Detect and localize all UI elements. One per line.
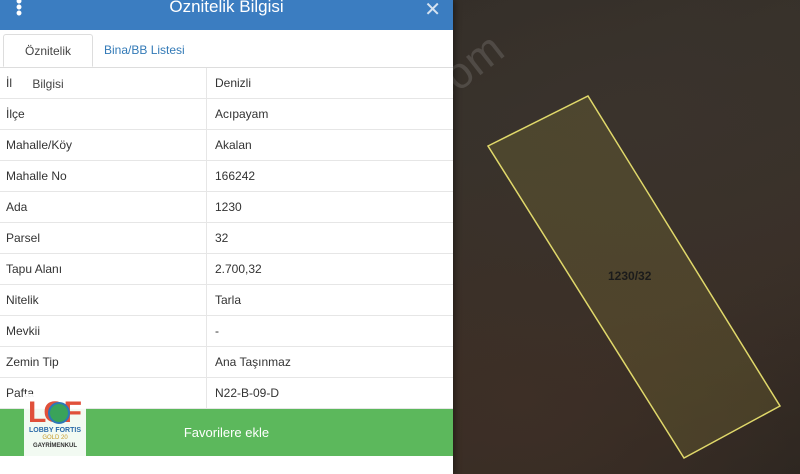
tab-bar: Öznitelik Bilgisi Bina/BB Listesi	[0, 30, 453, 91]
panel-header: • • • Öznitelik Bilgisi ✕	[0, 0, 453, 30]
table-row: Mahalle No 166242	[0, 160, 453, 192]
attribute-key: Zemin Tip	[0, 346, 207, 378]
table-row: Nitelik Tarla	[0, 284, 453, 316]
logo-line-2: GOLD 20	[42, 435, 68, 441]
attribute-value: Tarla	[206, 284, 453, 316]
table-row: Tapu Alanı 2.700,32	[0, 253, 453, 285]
attribute-key: İlçe	[0, 98, 207, 130]
attribute-value: Denizli	[206, 68, 453, 99]
attribute-value: -	[206, 315, 453, 347]
attribute-key: Mahalle/Köy	[0, 129, 207, 161]
table-row: Zemin Tip Ana Taşınmaz	[0, 346, 453, 378]
attribute-table: İl Denizli İlçe Acıpayam Mahalle/Köy Akalan Ma…	[0, 68, 453, 409]
tab-attributes[interactable]: Öznitelik Bilgisi	[3, 34, 93, 91]
attribute-key: Mevkii	[0, 315, 207, 347]
close-icon[interactable]: ✕	[424, 0, 441, 22]
attribute-key: Ada	[0, 191, 207, 223]
attribute-value: 32	[206, 222, 453, 254]
attribute-key: Mahalle No	[0, 160, 207, 192]
panel-title: Öznitelik Bilgisi	[169, 0, 284, 16]
attribute-value: Ana Taşınmaz	[206, 346, 453, 378]
logo-line-3: GAYRİMENKUL	[32, 443, 78, 449]
globe-icon	[48, 402, 70, 424]
table-row: Ada 1230	[0, 191, 453, 223]
more-vertical-icon[interactable]: • • •	[14, 0, 24, 22]
tab-building-list[interactable]: Bina/BB Listesi	[96, 34, 193, 67]
attribute-key: Tapu Alanı	[0, 253, 207, 285]
attribute-value: Akalan	[206, 129, 453, 161]
table-row: Mahalle/Köy Akalan	[0, 129, 453, 161]
attribute-value: Acıpayam	[206, 98, 453, 130]
table-row: İl Denizli	[0, 68, 453, 99]
attribute-key: İl	[0, 68, 207, 99]
attribute-value: N22-B-09-D	[206, 377, 453, 409]
table-row: Mevkii -	[0, 315, 453, 347]
logo-line-1: LOBBY FORTIS	[29, 427, 81, 434]
attribute-value: 2.700,32	[206, 253, 453, 285]
table-row: İlçe Acıpayam	[0, 98, 453, 130]
attribute-key: Nitelik	[0, 284, 207, 316]
attribute-value: 1230	[206, 191, 453, 223]
attribute-value: 166242	[206, 160, 453, 192]
table-row: Parsel 32	[0, 222, 453, 254]
company-logo: LOF LOBBY FORTIS GOLD 20 GAYRİMENKUL	[24, 394, 86, 458]
attribute-key: Parsel	[0, 222, 207, 254]
parcel-label: 1230/32	[608, 269, 652, 283]
